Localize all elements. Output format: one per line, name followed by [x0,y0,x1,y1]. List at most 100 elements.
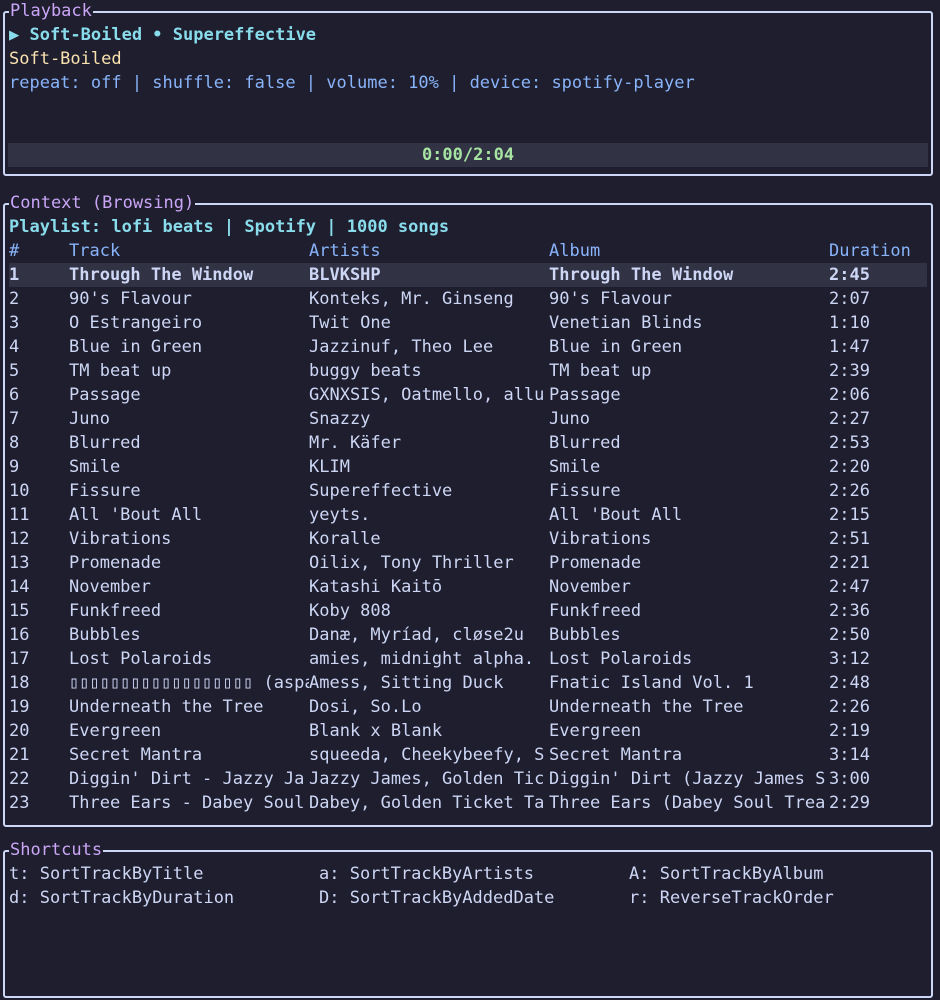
row-track: Promenade [69,553,162,573]
row-artists: amies, midnight alpha. [309,649,535,669]
column-header-artists: Artists [309,241,381,261]
row-duration: 2:20 [829,457,870,477]
row-index: 1 [9,265,20,285]
row-duration: 1:10 [829,313,870,333]
row-album: Passage [549,385,621,405]
track-row[interactable]: 10 Fissure Supereffective Fissure 2:26 [9,479,927,503]
row-duration: 2:39 [829,361,870,381]
column-header-track: Track [69,241,121,261]
row-duration: 2:48 [829,673,870,693]
row-index: 21 [9,745,30,765]
track-row[interactable]: 14 November Katashi Kaitō November 2:47 [9,575,927,599]
row-duration: 2:47 [829,577,870,597]
track-row[interactable]: 4 Blue in Green Jazzinuf, Theo Lee Blue in … [9,335,927,359]
shortcut-reverse-order[interactable]: r: ReverseTrackOrder [629,886,834,910]
track-row[interactable]: 12 Vibrations Koralle Vibrations 2:51 [9,527,927,551]
shortcut-sort-by-album[interactable]: A: SortTrackByAlbum [629,862,823,886]
row-track: 90's Flavour [69,289,192,309]
track-row[interactable]: 20 Evergreen Blank x Blank Evergreen 2:19 [9,719,927,743]
row-album: 90's Flavour [549,289,672,309]
row-track: Through The Window [69,265,254,285]
track-row[interactable]: 7 Juno Snazzy Juno 2:27 [9,407,927,431]
row-album: Blue in Green [549,337,683,357]
row-index: 6 [9,385,20,405]
row-index: 16 [9,625,30,645]
track-row[interactable]: 8 Blurred Mr. Käfer Blurred 2:53 [9,431,927,455]
track-row[interactable]: 15 Funkfreed Koby 808 Funkfreed 2:36 [9,599,927,623]
shortcut-sort-by-title[interactable]: t: SortTrackByTitle [9,862,203,886]
row-duration: 1:47 [829,337,870,357]
playback-progress-bar[interactable]: 0:00/2:04 [8,143,928,167]
row-index: 13 [9,553,30,573]
row-album: Fissure [549,481,621,501]
playback-progress-text: 0:00/2:04 [421,145,515,165]
row-duration: 2:50 [829,625,870,645]
track-row[interactable]: 18 ▯▯▯▯▯▯▯▯▯▯▯▯▯▯▯▯▯▯ (aspar Amess, Sittin… [9,671,927,695]
row-duration: 2:19 [829,721,870,741]
row-album: Venetian Blinds [549,313,703,333]
row-album: November [549,577,631,597]
row-index: 17 [9,649,30,669]
row-album: TM beat up [549,361,652,381]
track-row[interactable]: 2 90's Flavour Konteks, Mr. Ginseng 90's Fl… [9,287,927,311]
row-artists: Dabey, Golden Ticket Ta [309,793,545,813]
row-album: All 'Bout All [549,505,683,525]
row-index: 5 [9,361,20,381]
row-index: 12 [9,529,30,549]
row-track: Vibrations [69,529,172,549]
row-index: 22 [9,769,30,789]
shortcut-sort-by-artists[interactable]: a: SortTrackByArtists [319,862,534,886]
row-duration: 2:45 [829,265,870,285]
row-artists: Jazzy James, Golden Tic [309,769,545,789]
row-album: Diggin' Dirt (Jazzy James S [549,769,826,789]
row-duration: 2:26 [829,697,870,717]
row-artists: Dosi, So.Lo [309,697,422,717]
row-track: Evergreen [69,721,162,741]
shortcut-sort-by-added-date[interactable]: D: SortTrackByAddedDate [319,886,554,910]
track-row[interactable]: 6 Passage GXNXSIS, Oatmello, allu Passage 2:… [9,383,927,407]
row-duration: 2:51 [829,529,870,549]
track-row[interactable]: 13 Promenade Oilix, Tony Thriller Promenade… [9,551,927,575]
row-track: Bubbles [69,625,141,645]
row-album: Juno [549,409,590,429]
row-artists: BLVKSHP [309,265,381,285]
playback-panel: Playback ▶ Soft-Boiled • Supereffective … [3,0,933,176]
track-row[interactable]: 5 TM beat up buggy beats TM beat up 2:39 [9,359,927,383]
row-index: 8 [9,433,20,453]
row-artists: Konteks, Mr. Ginseng [309,289,514,309]
row-track: All 'Bout All [69,505,203,525]
row-track: Fissure [69,481,141,501]
row-album: Blurred [549,433,621,453]
track-row[interactable]: 23 Three Ears - Dabey Soul Dabey, Golden T… [9,791,927,815]
track-row[interactable]: 21 Secret Mantra squeeda, Cheekybeefy, S Se… [9,743,927,767]
row-track: Passage [69,385,141,405]
column-header-album: Album [549,241,601,261]
row-artists: Supereffective [309,481,453,501]
track-row[interactable]: 11 All 'Bout All yeyts. All 'Bout All 2:15 [9,503,927,527]
row-index: 4 [9,337,20,357]
row-index: 2 [9,289,20,309]
row-duration: 3:00 [829,769,870,789]
row-track: Blue in Green [69,337,203,357]
row-track: Juno [69,409,110,429]
track-row[interactable]: 1 Through The Window BLVKSHP Through The Wi… [9,263,927,287]
column-header-duration: Duration [829,241,911,261]
row-album: Vibrations [549,529,652,549]
row-artists: Koralle [309,529,381,549]
track-row[interactable]: 17 Lost Polaroids amies, midnight alpha. Lo… [9,647,927,671]
row-index: 19 [9,697,30,717]
row-duration: 2:27 [829,409,870,429]
track-row[interactable]: 19 Underneath the Tree Dosi, So.Lo Undernea… [9,695,927,719]
row-artists: Koby 808 [309,601,391,621]
track-row[interactable]: 9 Smile KLIM Smile 2:20 [9,455,927,479]
track-row[interactable]: 16 Bubbles Danæ, Myríad, cløse2u Bubbles 2:5… [9,623,927,647]
row-duration: 2:21 [829,553,870,573]
shortcut-sort-by-duration[interactable]: d: SortTrackByDuration [9,886,234,910]
row-album: Bubbles [549,625,621,645]
row-track: Three Ears - Dabey Soul [69,793,305,813]
row-track: Diggin' Dirt - Jazzy Ja [69,769,305,789]
track-row[interactable]: 3 O Estrangeiro Twit One Venetian Blinds 1:1… [9,311,927,335]
row-album: Smile [549,457,601,477]
row-artists: Blank x Blank [309,721,443,741]
track-row[interactable]: 22 Diggin' Dirt - Jazzy Ja Jazzy James, Go… [9,767,927,791]
